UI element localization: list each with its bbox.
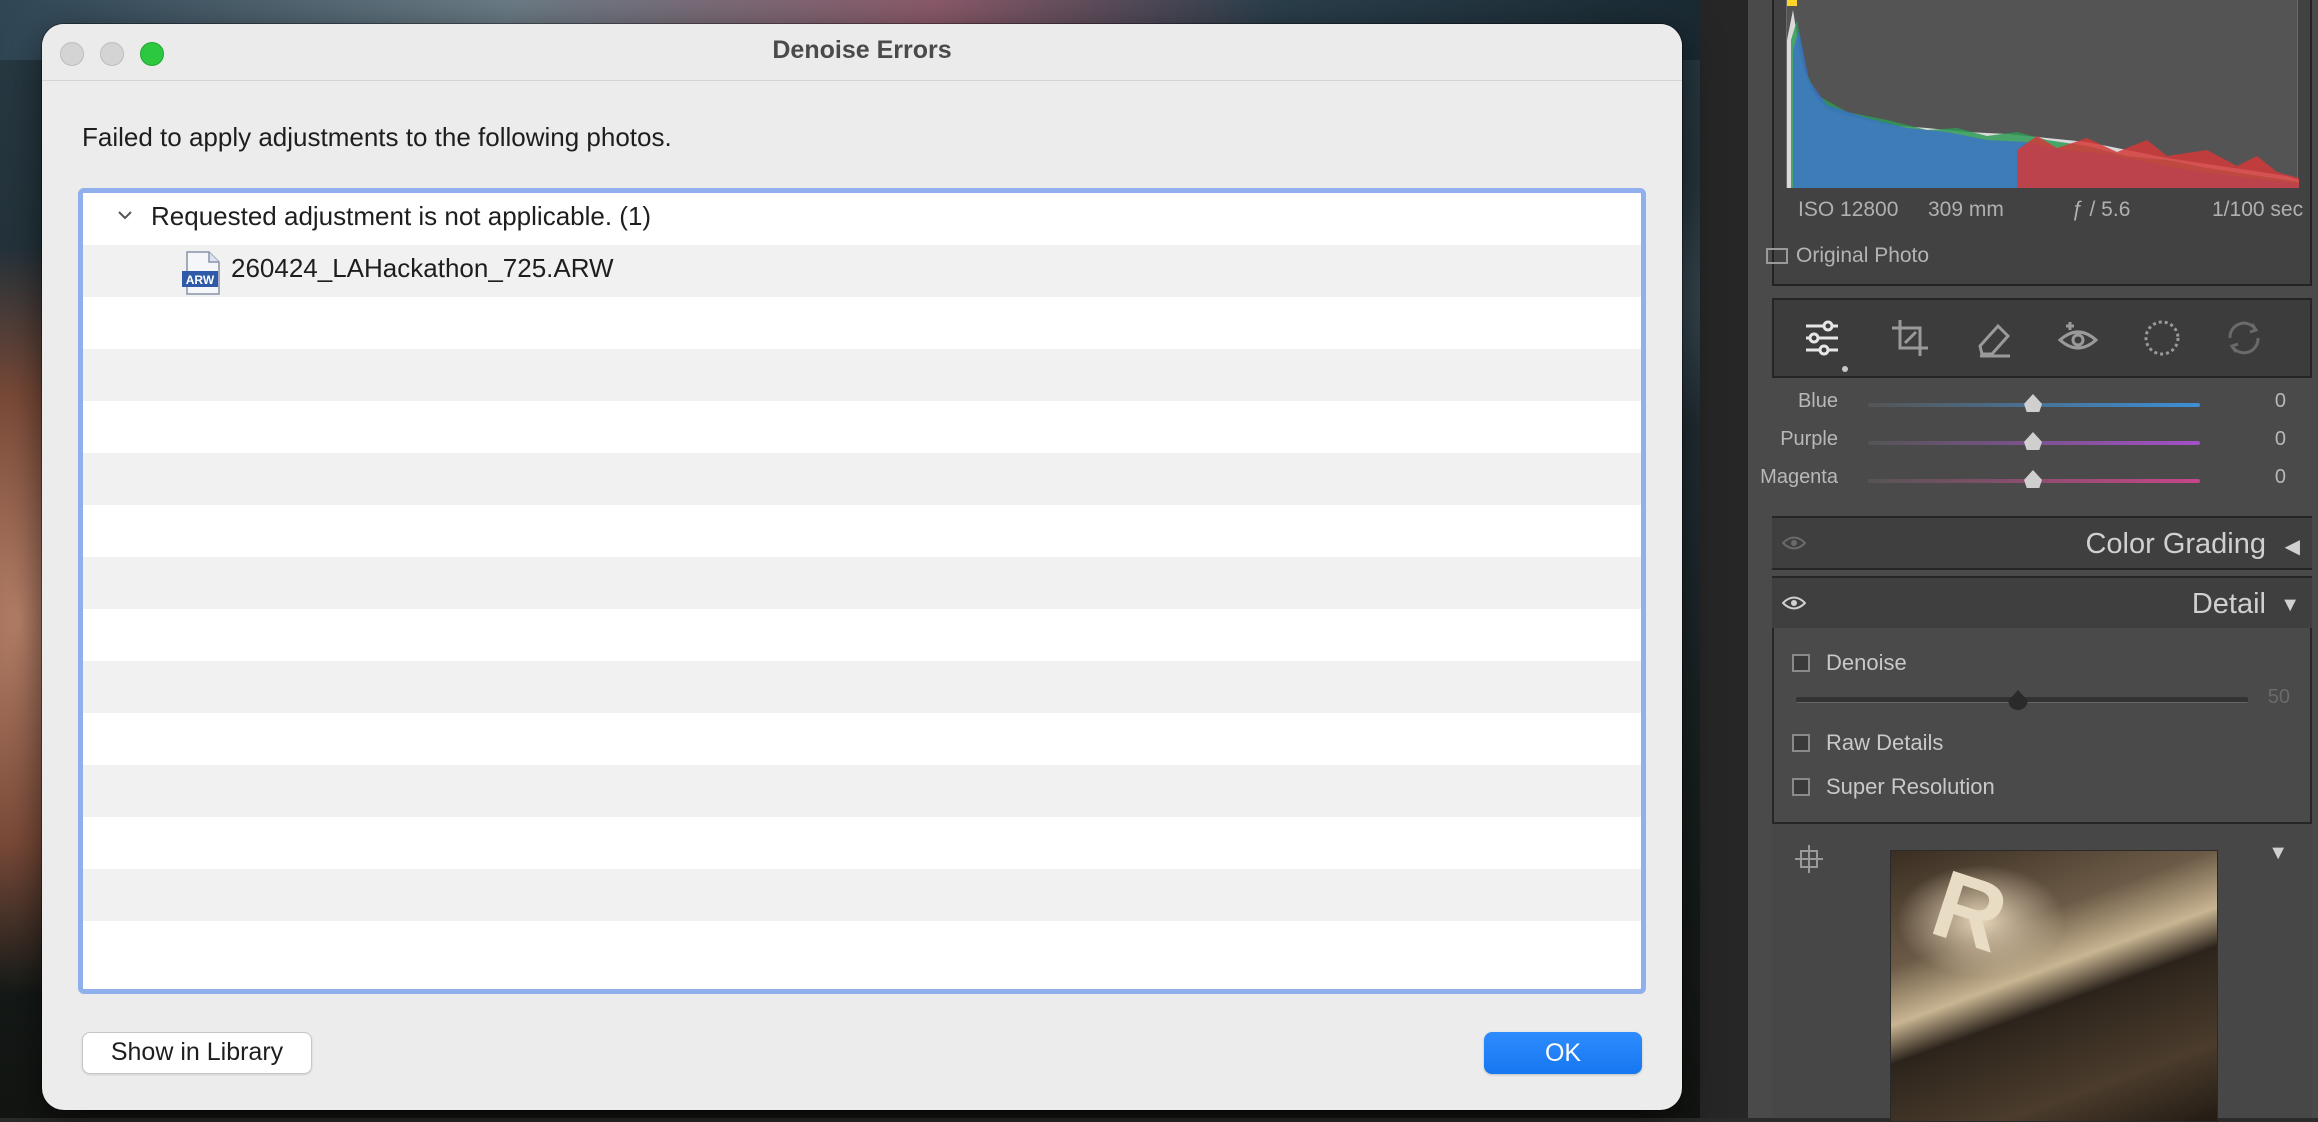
eye-icon[interactable] — [1782, 534, 1806, 552]
empty-row — [83, 713, 1641, 765]
error-list[interactable]: Requested adjustment is not applicable. … — [78, 188, 1646, 994]
collapse-arrow-icon[interactable]: ◀ — [2285, 534, 2300, 559]
empty-row — [83, 817, 1641, 869]
detail-preview-area: ▼ R — [1772, 822, 2312, 1122]
arw-file-icon: ARW — [182, 251, 220, 295]
section-title: Color Grading — [2085, 528, 2266, 560]
detail-header[interactable]: Detail ▼ — [1772, 576, 2312, 630]
hsl-slider-thumb[interactable] — [2024, 470, 2042, 488]
hsl-slider-thumb[interactable] — [2024, 394, 2042, 412]
edit-sliders-icon[interactable] — [1800, 316, 1844, 360]
raw-details-option[interactable]: Raw Details — [1792, 730, 1943, 756]
tool-strip — [1772, 298, 2312, 378]
empty-row — [83, 297, 1641, 349]
hsl-label: Blue — [1797, 390, 1838, 412]
active-tool-indicator — [1842, 366, 1848, 372]
error-group-label: Requested adjustment is not applicable. … — [151, 201, 652, 231]
dialog-titlebar: Denoise Errors — [42, 24, 1682, 81]
hsl-value[interactable]: 0 — [2275, 390, 2286, 413]
file-name: 260424_LAHackathon_725.ARW — [231, 253, 614, 283]
super-resolution-checkbox[interactable] — [1792, 778, 1810, 796]
hsl-slider-thumb[interactable] — [2024, 432, 2042, 450]
preview-key-letter: R — [1920, 850, 2020, 974]
denoise-label: Denoise — [1826, 650, 1907, 675]
denoise-slider-thumb[interactable] — [2008, 690, 2028, 710]
expand-arrow-icon[interactable]: ▼ — [2280, 594, 2300, 617]
exif-shutter: 1/100 sec — [2212, 198, 2304, 221]
empty-row — [83, 453, 1641, 505]
empty-row — [83, 609, 1641, 661]
hsl-row-blue[interactable]: Blue 0 — [1772, 388, 2312, 418]
hsl-sliders: Blue 0 Purple 0 Magenta 0 — [1760, 388, 2312, 512]
disclosure-chevron-down-icon[interactable] — [117, 207, 133, 223]
original-photo-label: Original Photo — [1796, 244, 1930, 267]
empty-row — [83, 661, 1641, 713]
healing-eraser-icon[interactable] — [1972, 316, 2016, 360]
hsl-value[interactable]: 0 — [2275, 428, 2286, 451]
error-file-row[interactable]: ARW 260424_LAHackathon_725.ARW — [83, 245, 1641, 297]
denoise-checkbox[interactable] — [1792, 654, 1810, 672]
error-group-row[interactable]: Requested adjustment is not applicable. … — [83, 193, 1641, 245]
crop-icon[interactable] — [1888, 316, 1932, 360]
empty-row — [83, 557, 1641, 609]
detail-preview-image[interactable]: R — [1890, 850, 2218, 1122]
hsl-label: Magenta — [1760, 466, 1838, 488]
target-crosshair-icon[interactable] — [1794, 844, 1824, 874]
empty-row — [83, 869, 1641, 921]
denoise-errors-dialog: Denoise Errors Failed to apply adjustmen… — [42, 24, 1682, 1110]
dialog-title: Denoise Errors — [772, 36, 952, 64]
empty-row — [83, 505, 1641, 557]
original-photo-checkbox[interactable] — [1766, 248, 1788, 264]
file-icon-text: ARW — [186, 273, 215, 287]
develop-panel: ISO 12800 309 mm ƒ / 5.6 1/100 sec Origi… — [1748, 0, 2318, 1122]
original-photo-toggle[interactable]: Original Photo — [1766, 244, 1929, 268]
histogram-plot — [1786, 0, 2299, 188]
exif-aperture: ƒ / 5.6 — [2072, 198, 2131, 221]
filmstrip-gap — [1700, 0, 1748, 1118]
eye-icon[interactable] — [1782, 594, 1806, 612]
empty-row — [83, 401, 1641, 453]
section-title: Detail — [2191, 588, 2266, 620]
raw-details-checkbox[interactable] — [1792, 734, 1810, 752]
exif-focal-length: 309 mm — [1928, 198, 2004, 221]
hsl-row-magenta[interactable]: Magenta 0 — [1760, 464, 2312, 494]
empty-row — [83, 921, 1641, 973]
empty-row — [83, 349, 1641, 401]
presets-icon[interactable] — [2222, 316, 2266, 360]
super-resolution-label: Super Resolution — [1826, 774, 1995, 799]
denoise-option[interactable]: Denoise — [1792, 650, 1907, 676]
raw-details-label: Raw Details — [1826, 730, 1944, 755]
hsl-row-purple[interactable]: Purple 0 — [1772, 426, 2312, 456]
color-grading-header[interactable]: Color Grading ◀ — [1772, 516, 2312, 570]
super-resolution-option[interactable]: Super Resolution — [1792, 774, 1995, 800]
exif-iso: ISO 12800 — [1798, 198, 1899, 221]
hsl-label: Purple — [1780, 428, 1838, 450]
masking-icon[interactable] — [2140, 316, 2184, 360]
ok-button[interactable]: OK — [1484, 1032, 1642, 1074]
denoise-value[interactable]: 50 — [2268, 686, 2290, 709]
error-message: Failed to apply adjustments to the follo… — [82, 122, 672, 152]
preview-collapse-arrow-icon[interactable]: ▼ — [2268, 842, 2288, 865]
red-eye-icon[interactable] — [2056, 316, 2100, 360]
empty-row — [83, 765, 1641, 817]
show-in-library-button[interactable]: Show in Library — [82, 1032, 312, 1074]
detail-section: Denoise 50 Raw Details Super Resolution — [1772, 628, 2312, 822]
hsl-value[interactable]: 0 — [2275, 466, 2286, 489]
